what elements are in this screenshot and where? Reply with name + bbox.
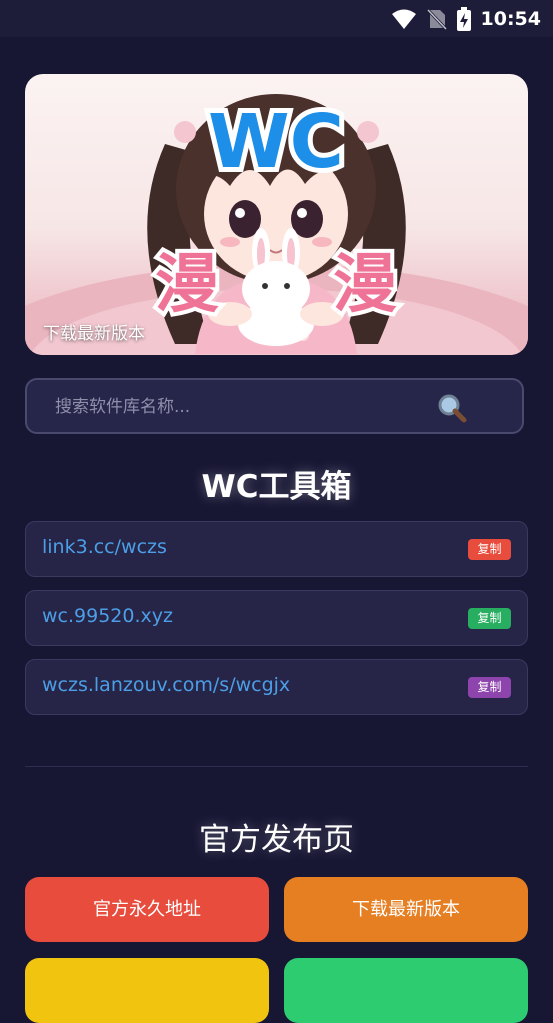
carousel-dot-active[interactable]: [274, 328, 288, 342]
status-bar: 10:54: [0, 0, 553, 37]
wifi-icon: [391, 9, 416, 29]
search-input[interactable]: [53, 380, 437, 434]
link-url[interactable]: wczs.lanzouv.com/s/wcgjx: [42, 674, 290, 696]
official-permanent-address-button[interactable]: 官方永久地址: [25, 877, 269, 942]
banner-carousel[interactable]: WC WC 漫 漫 漫 漫 下载最新版本: [25, 74, 528, 355]
carousel-indicator: [253, 328, 309, 342]
copy-button[interactable]: 复制: [468, 677, 511, 698]
link-row[interactable]: link3.cc/wczs 复制: [25, 521, 528, 577]
search-bar: [25, 378, 524, 434]
battery-charging-icon: [456, 7, 471, 31]
link-row[interactable]: wc.99520.xyz 复制: [25, 590, 528, 646]
search-icon[interactable]: [437, 393, 467, 423]
banner-caption[interactable]: 下载最新版本: [43, 319, 145, 344]
carousel-dot[interactable]: [297, 329, 309, 341]
toolbox-title: WC工具箱: [201, 469, 352, 505]
banner-side-text-right: 漫: [333, 248, 397, 322]
link-url[interactable]: wc.99520.xyz: [42, 605, 173, 627]
status-time: 10:54: [480, 8, 541, 30]
copy-button[interactable]: 复制: [468, 539, 511, 560]
green-action-button[interactable]: [284, 958, 528, 1023]
download-latest-button[interactable]: 下载最新版本: [284, 877, 528, 942]
yellow-action-button[interactable]: [25, 958, 269, 1023]
section-divider: [25, 766, 528, 767]
link-row[interactable]: wczs.lanzouv.com/s/wcgjx 复制: [25, 659, 528, 715]
banner-illustration: WC WC 漫 漫 漫 漫: [25, 94, 528, 355]
banner-side-text-left: 漫: [155, 248, 219, 322]
no-sim-icon: [426, 8, 447, 30]
official-title: 官方发布页: [199, 822, 354, 858]
banner-logo-text: WC: [208, 99, 344, 185]
status-icons: 10:54: [391, 6, 541, 32]
carousel-dot[interactable]: [253, 329, 265, 341]
copy-button[interactable]: 复制: [468, 608, 511, 629]
link-url[interactable]: link3.cc/wczs: [42, 536, 167, 558]
